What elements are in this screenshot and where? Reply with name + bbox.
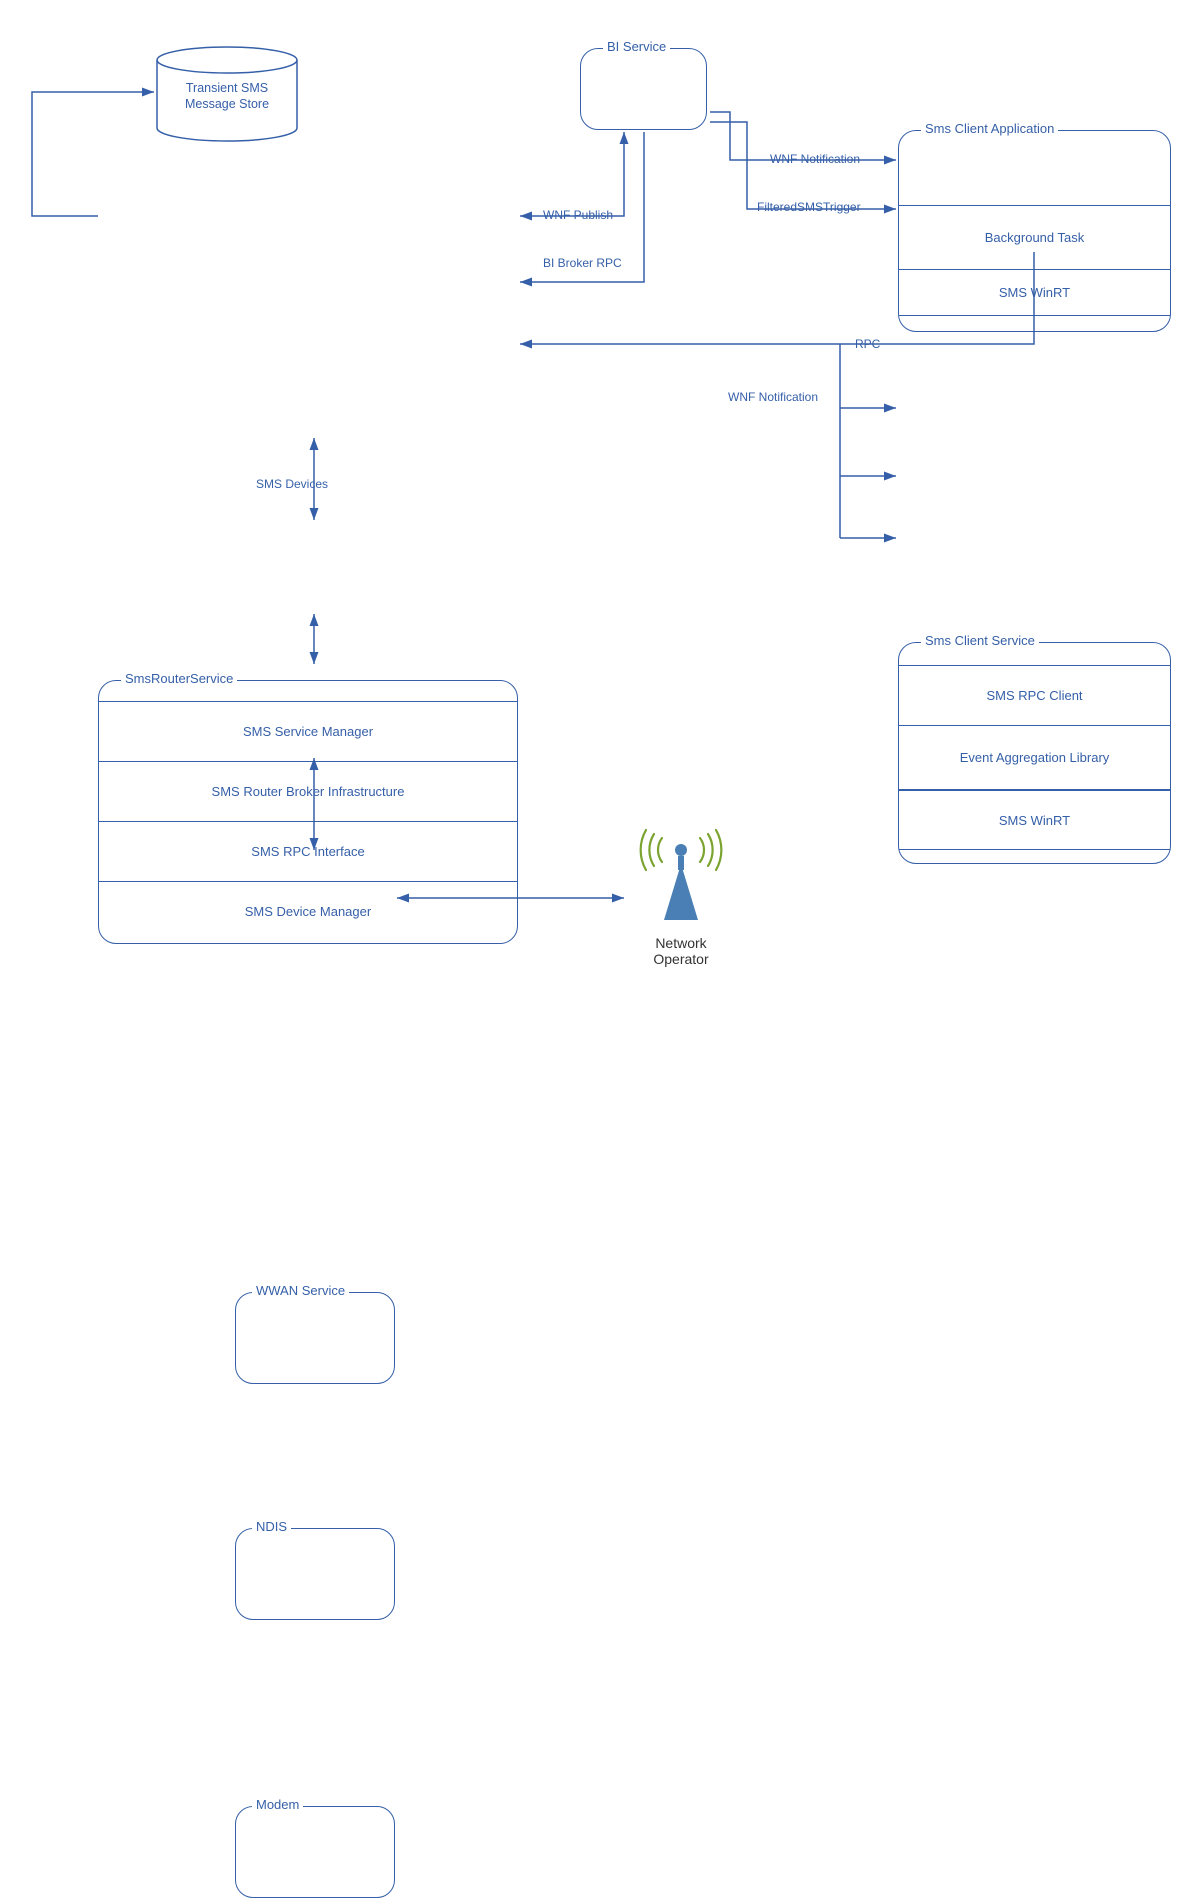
bi-service-title: BI Service — [603, 39, 670, 54]
rpc-label: RPC — [855, 337, 880, 351]
filtered-sms-trigger-label: FilteredSMSTrigger — [757, 200, 861, 214]
network-operator-icon: Network Operator — [626, 820, 736, 940]
sms-rpc-client-row: SMS RPC Client — [899, 665, 1170, 725]
sms-router-service: SmsRouterService SMS Service Manager SMS… — [98, 680, 518, 944]
sms-devices-label: SMS Devices — [256, 477, 328, 491]
bi-service-box: BI Service — [580, 48, 707, 130]
sms-router-title: SmsRouterService — [121, 671, 237, 686]
ndis-box: NDIS — [235, 1528, 395, 1620]
wnf-notification-2-label: WNF Notification — [728, 390, 818, 404]
bg-task-row: Background Task — [899, 205, 1170, 269]
ndis-title: NDIS — [252, 1519, 291, 1534]
sms-client-service-title: Sms Client Service — [921, 633, 1039, 648]
event-agg-row: Event Aggregation Library — [899, 725, 1170, 789]
bi-broker-rpc-label: BI Broker RPC — [543, 256, 622, 270]
modem-title: Modem — [252, 1797, 303, 1812]
transient-sms-store: Transient SMS Message Store — [156, 46, 298, 142]
transient-store-label: Transient SMS Message Store — [185, 81, 269, 111]
sms-client-service: Sms Client Service SMS RPC Client Event … — [898, 642, 1171, 864]
wnf-notification-1-label: WNF Notification — [770, 152, 860, 166]
sms-winrt-row-svc: SMS WinRT — [899, 789, 1170, 849]
wnf-publish-label: WNF Publish — [543, 208, 613, 222]
sms-winrt-row-app: SMS WinRT — [899, 269, 1170, 315]
sms-device-manager-row: SMS Device Manager — [99, 881, 517, 941]
modem-box: Modem — [235, 1806, 395, 1898]
wwan-service-box: WWAN Service — [235, 1292, 395, 1384]
sms-service-manager-row: SMS Service Manager — [99, 701, 517, 761]
sms-client-app-title: Sms Client Application — [921, 121, 1058, 136]
wwan-title: WWAN Service — [252, 1283, 349, 1298]
sms-router-broker-row: SMS Router Broker Infrastructure — [99, 761, 517, 821]
network-operator-label: Network Operator — [626, 935, 736, 967]
sms-rpc-interface-row: SMS RPC Interface — [99, 821, 517, 881]
sms-client-app: Sms Client Application Background Task S… — [898, 130, 1171, 332]
